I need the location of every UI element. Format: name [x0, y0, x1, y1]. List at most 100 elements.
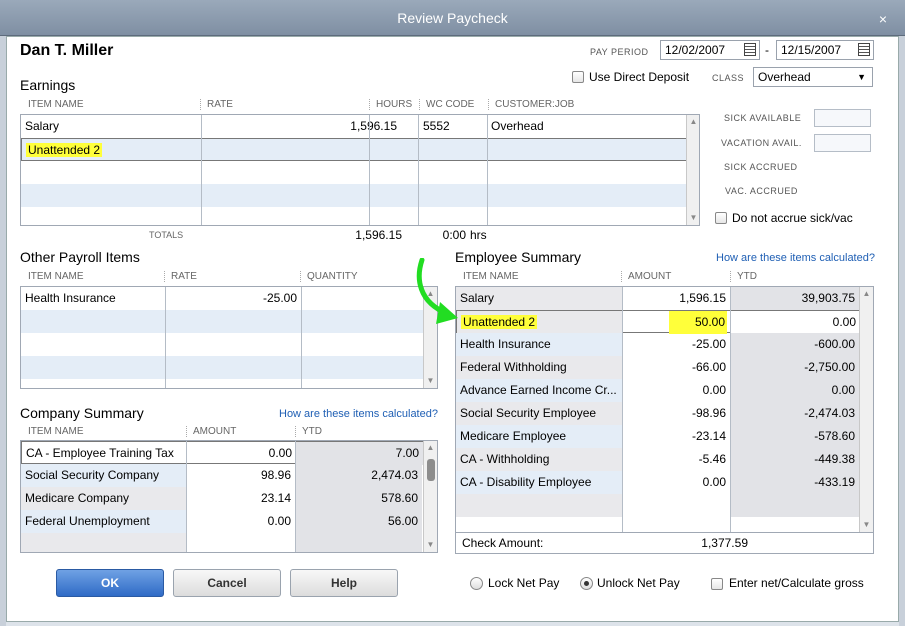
other-item-cell[interactable]: Health Insurance — [21, 287, 166, 310]
calendar-icon[interactable] — [744, 43, 756, 56]
column-divider — [186, 441, 187, 552]
close-icon[interactable]: × — [876, 12, 890, 26]
employee-calc-link[interactable]: How are these items calculated? — [716, 252, 875, 264]
lock-net-pay-radio[interactable] — [470, 577, 483, 590]
table-row[interactable]: Medicare Company 23.14 578.60 — [21, 487, 423, 510]
scroll-up-icon[interactable]: ▲ — [424, 441, 437, 455]
employee-amount-cell[interactable]: -23.14 — [622, 425, 730, 448]
pay-period-end-field[interactable]: 12/15/2007 — [776, 40, 874, 60]
table-row[interactable]: CA - Withholding -5.46 -449.38 — [456, 448, 859, 471]
other-header-item: ITEM NAME — [28, 271, 84, 282]
company-amount-cell[interactable]: 0.00 — [186, 510, 295, 533]
employee-amount-cell[interactable]: -5.46 — [622, 448, 730, 471]
other-payroll-title: Other Payroll Items — [20, 249, 140, 265]
employee-amount-cell[interactable]: -66.00 — [622, 356, 730, 379]
column-divider — [622, 287, 623, 532]
column-divider — [487, 115, 488, 225]
company-amount-cell[interactable]: 98.96 — [186, 464, 295, 487]
table-row[interactable] — [21, 161, 687, 184]
vacation-avail-field[interactable] — [814, 134, 871, 152]
company-calc-link[interactable]: How are these items calculated? — [279, 408, 438, 420]
company-summary-scrollbar[interactable]: ▲ ▼ — [423, 441, 437, 552]
scroll-thumb[interactable] — [427, 459, 435, 481]
scroll-up-icon[interactable]: ▲ — [860, 287, 873, 301]
earnings-item-cell[interactable]: Salary — [21, 115, 201, 138]
earnings-scrollbar[interactable]: ▲ ▼ — [686, 115, 699, 225]
direct-deposit-checkbox[interactable] — [572, 71, 584, 83]
ok-button[interactable]: OK — [56, 569, 164, 597]
column-divider — [418, 115, 419, 225]
other-header-quantity: QUANTITY — [300, 271, 358, 282]
employee-ytd-cell: 0.00 — [731, 311, 860, 334]
table-row[interactable] — [21, 333, 423, 356]
employee-ytd-cell: 0.00 — [730, 379, 859, 402]
table-row[interactable]: Health Insurance -25.00 — [21, 287, 423, 310]
employee-summary-table[interactable]: Salary 1,596.15 39,903.75 Unattended 2 50.00… — [455, 286, 874, 533]
earnings-wc-cell[interactable]: 5552 — [419, 115, 487, 138]
employee-amount-highlighted: 50.00 — [669, 311, 727, 334]
check-amount-value: 1,377.59 — [701, 536, 748, 550]
table-row[interactable] — [21, 184, 687, 207]
company-amount-cell[interactable]: 0.00 — [187, 442, 296, 465]
other-rate-cell[interactable]: -25.00 — [166, 287, 301, 310]
table-row[interactable]: Social Security Company 98.96 2,474.03 — [21, 464, 423, 487]
scroll-down-icon[interactable]: ▼ — [860, 518, 873, 532]
class-dropdown[interactable]: Overhead ▼ — [753, 67, 873, 87]
other-quantity-cell[interactable] — [302, 287, 422, 310]
employee-amount-cell[interactable]: 1,596.15 — [622, 287, 730, 310]
cancel-button[interactable]: Cancel — [173, 569, 281, 597]
employee-amount-cell[interactable]: 50.00 — [623, 311, 731, 334]
table-row[interactable] — [456, 494, 859, 517]
employee-summary-scrollbar[interactable]: ▲ ▼ — [859, 287, 873, 532]
unlock-net-pay-radio[interactable] — [580, 577, 593, 590]
enter-net-checkbox[interactable] — [711, 578, 723, 590]
employee-summary-title: Employee Summary — [455, 249, 582, 265]
table-row[interactable]: Advance Earned Income Cr... 0.00 0.00 — [456, 379, 859, 402]
table-row[interactable] — [21, 533, 423, 552]
sick-available-field[interactable] — [814, 109, 871, 127]
scroll-up-icon[interactable]: ▲ — [687, 115, 699, 129]
table-row[interactable]: CA - Disability Employee 0.00 -433.19 — [456, 471, 859, 494]
table-row[interactable]: CA - Employee Training Tax 0.00 7.00 — [21, 441, 423, 465]
earnings-job-cell[interactable]: Overhead — [487, 115, 687, 138]
table-row[interactable]: Salary 1,596.15 39,903.75 — [456, 287, 859, 310]
sick-available-label: SICK AVAILABLE — [724, 113, 802, 123]
earnings-item-cell[interactable]: Unattended 2 — [22, 139, 202, 162]
vac-accrued-label: VAC. ACCRUED — [725, 186, 798, 196]
calendar-icon[interactable] — [858, 43, 870, 56]
table-row[interactable]: Health Insurance -25.00 -600.00 — [456, 333, 859, 356]
table-row[interactable]: Unattended 2 50.00 0.00 — [456, 310, 860, 334]
scroll-down-icon[interactable]: ▼ — [424, 538, 437, 552]
table-row[interactable]: Medicare Employee -23.14 -578.60 — [456, 425, 859, 448]
table-row[interactable]: Federal Withholding -66.00 -2,750.00 — [456, 356, 859, 379]
table-row[interactable] — [21, 356, 423, 379]
other-payroll-table[interactable]: Health Insurance -25.00 ▲ ▼ — [20, 286, 438, 389]
company-item-cell: Social Security Company — [21, 464, 186, 487]
help-button[interactable]: Help — [290, 569, 398, 597]
employee-amount-cell[interactable]: -25.00 — [622, 333, 730, 356]
earnings-hours-cell[interactable] — [370, 115, 418, 138]
employee-item-cell: Health Insurance — [456, 333, 622, 356]
employee-amount-cell[interactable] — [622, 494, 730, 517]
employee-amount-cell[interactable]: 0.00 — [622, 471, 730, 494]
table-row[interactable]: Federal Unemployment 0.00 56.00 — [21, 510, 423, 533]
employee-amount-cell[interactable]: 0.00 — [622, 379, 730, 402]
table-row-selected[interactable]: Unattended 2 — [21, 138, 687, 161]
company-summary-table[interactable]: CA - Employee Training Tax 0.00 7.00 Soc… — [20, 440, 438, 553]
green-arrow-icon — [416, 258, 458, 324]
earnings-table[interactable]: Salary 1,596.15 5552 Overhead Unattended… — [20, 114, 700, 226]
employee-amount-cell[interactable]: -98.96 — [622, 402, 730, 425]
earnings-totals-label: TOTALS — [149, 230, 184, 240]
pay-period-start-field[interactable]: 12/02/2007 — [660, 40, 760, 60]
employee-item-cell: Unattended 2 — [457, 311, 623, 334]
company-ytd-cell: 56.00 — [295, 510, 422, 533]
chevron-down-icon: ▼ — [857, 72, 866, 82]
scroll-down-icon[interactable]: ▼ — [424, 374, 437, 388]
scroll-down-icon[interactable]: ▼ — [687, 211, 699, 225]
do-not-accrue-checkbox[interactable] — [715, 212, 727, 224]
table-row[interactable]: Social Security Employee -98.96 -2,474.03 — [456, 402, 859, 425]
company-amount-cell[interactable]: 23.14 — [186, 487, 295, 510]
table-row[interactable]: Salary 1,596.15 5552 Overhead — [21, 115, 687, 138]
table-row[interactable] — [21, 310, 423, 333]
table-row[interactable] — [21, 207, 687, 225]
